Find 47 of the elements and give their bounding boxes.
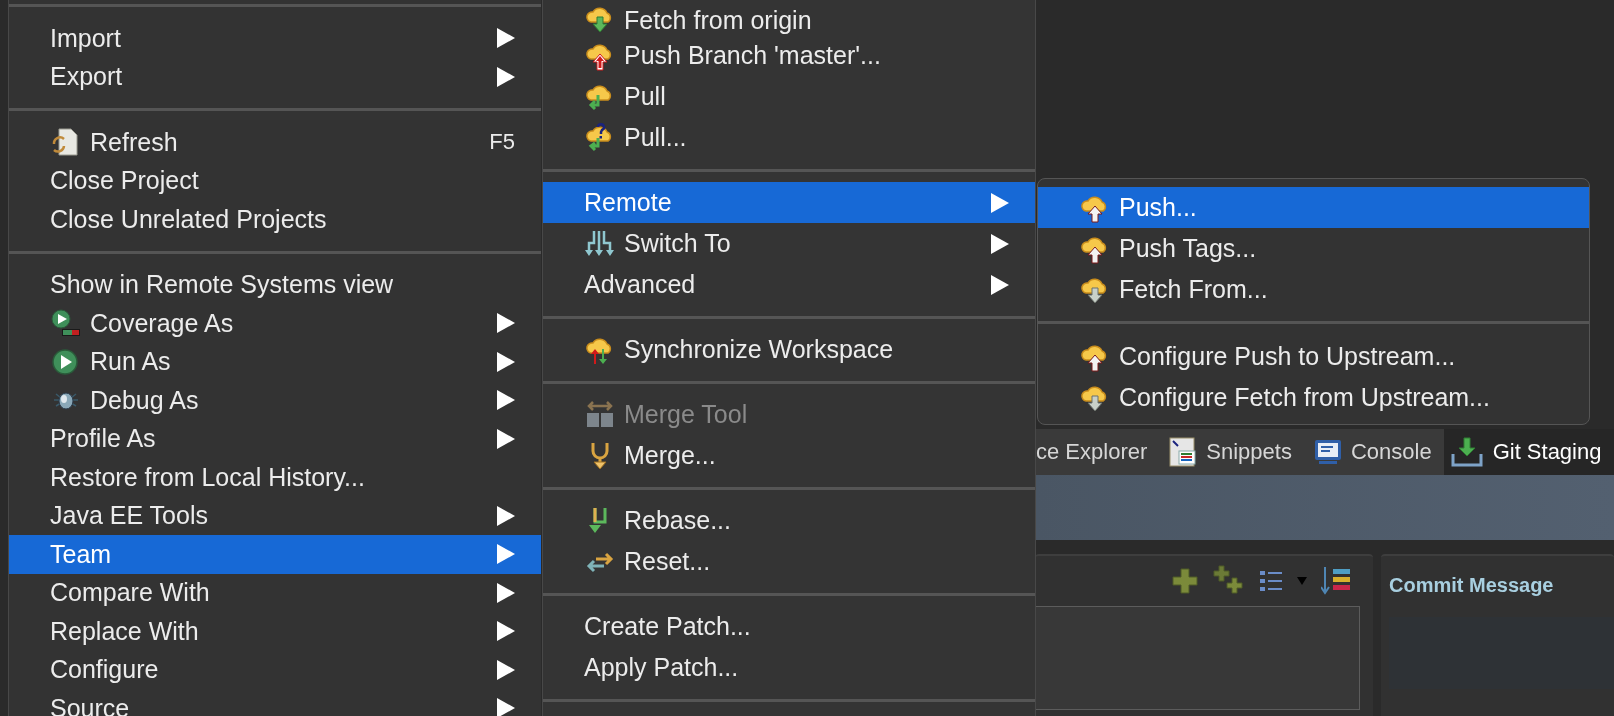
view-tab[interactable]: Snippets (1159, 429, 1304, 475)
menu-item[interactable]: Push Tags... (1038, 228, 1589, 269)
menu-item[interactable]: Run As (9, 342, 541, 381)
monitor-icon (1313, 438, 1342, 466)
menu-item[interactable]: Synchronize Workspace (543, 329, 1035, 370)
menu-item[interactable]: Merge... (543, 435, 1035, 476)
menu-item[interactable]: Pull... (543, 117, 1035, 158)
menu-item[interactable]: Create Patch... (543, 606, 1035, 647)
view-tab[interactable]: Git Staging (1443, 429, 1614, 475)
menu-item[interactable]: Restore from Local History... (9, 458, 541, 497)
menu-item[interactable]: Remote (543, 182, 1035, 223)
menu-item[interactable]: Import (9, 19, 541, 58)
menu-item[interactable]: Export (9, 57, 541, 96)
menu-item[interactable]: Configure Push to Upstream... (1038, 336, 1589, 377)
menu-item[interactable]: Compare With (9, 573, 541, 612)
menu-item[interactable]: Java EE Tools (9, 496, 541, 535)
menu-item[interactable]: Coverage As (9, 304, 541, 343)
list-icon[interactable] (1259, 569, 1283, 593)
download-tray-icon (1449, 436, 1484, 468)
commit-message-title: Commit Message (1389, 574, 1555, 597)
menu-item[interactable]: Show in Remote Systems view (9, 265, 541, 304)
menu-item[interactable]: Pull (543, 76, 1035, 117)
view-tab[interactable]: Console (1303, 429, 1444, 475)
view-tab[interactable]: ce Explorer (1035, 429, 1160, 475)
menu-item[interactable]: Replace With (9, 612, 541, 651)
double-plus-icon[interactable] (1213, 565, 1245, 597)
menu-item[interactable]: Rebase... (543, 500, 1035, 541)
menu-item[interactable]: Push... (1038, 187, 1589, 228)
plus-icon[interactable] (1171, 567, 1199, 595)
menu-item[interactable]: Advanced (543, 264, 1035, 305)
menu-item[interactable]: Switch To (543, 223, 1035, 264)
menu-item[interactable]: Refresh F5 (9, 123, 541, 162)
menu-item[interactable]: Profile As (9, 419, 541, 458)
menu-item[interactable]: Team (9, 535, 541, 574)
menu-item[interactable]: Fetch from origin (543, 0, 1035, 35)
menu-item[interactable]: Apply Patch... (543, 647, 1035, 688)
menu-item[interactable]: Close Unrelated Projects (9, 200, 541, 239)
document-list-icon (1169, 437, 1198, 467)
menu-item[interactable]: Configure Fetch from Upstream... (1038, 377, 1589, 418)
menu-item[interactable]: Close Project (9, 161, 541, 200)
shortcut-label: F5 (489, 129, 515, 156)
menu-item[interactable]: Reset... (543, 541, 1035, 582)
menu-item[interactable]: Fetch From... (1038, 269, 1589, 310)
sort-icon[interactable] (1321, 567, 1351, 595)
menu-item[interactable]: Configure (9, 650, 541, 689)
menu-item[interactable]: Debug As (9, 381, 541, 420)
menu-item[interactable]: Push Branch 'master'... (543, 35, 1035, 76)
